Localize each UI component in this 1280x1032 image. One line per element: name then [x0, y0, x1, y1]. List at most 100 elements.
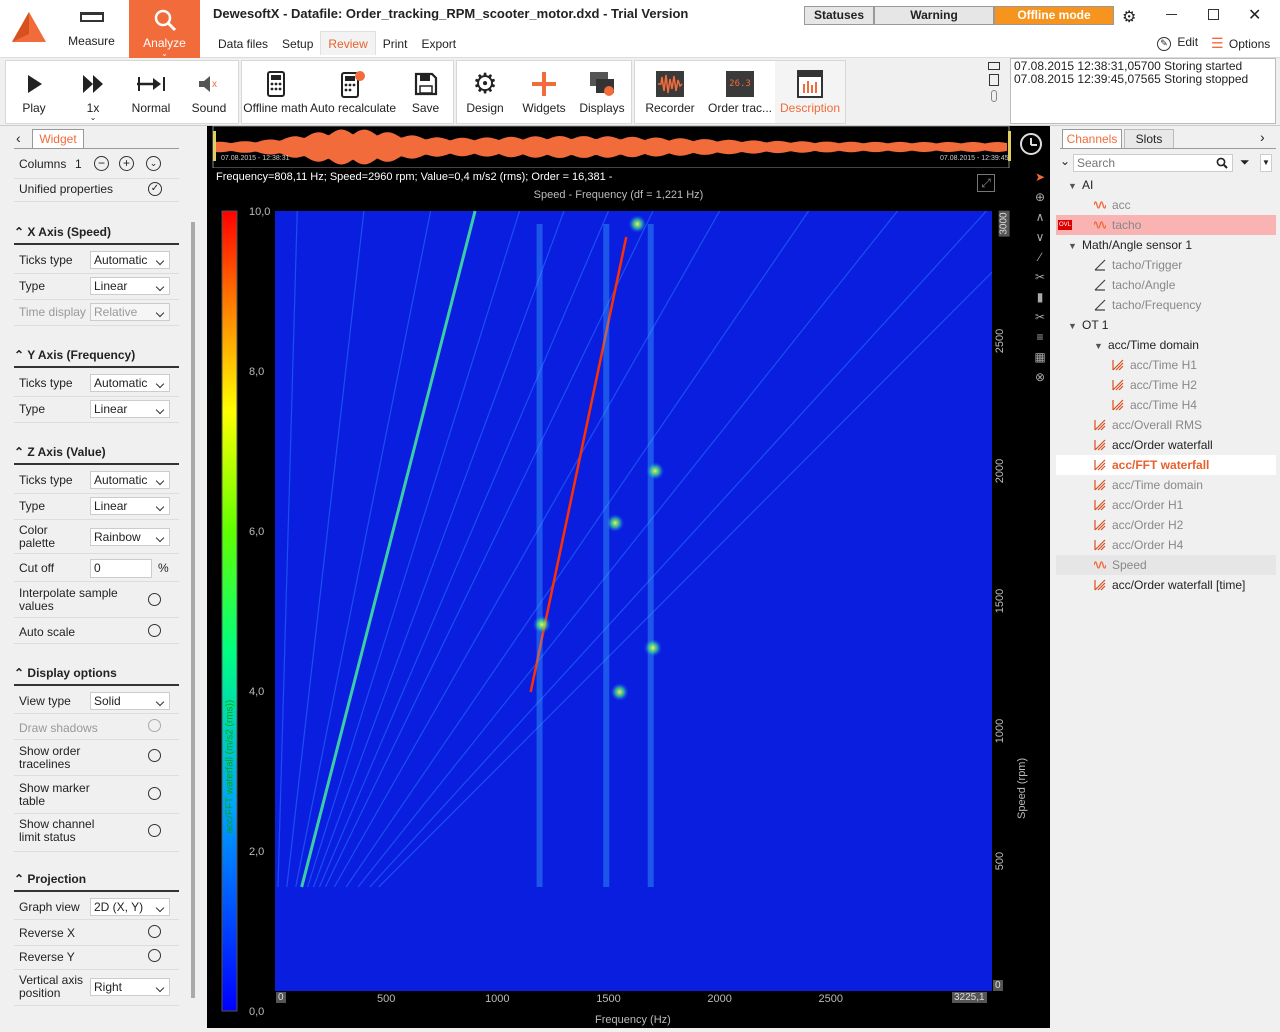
collapse-triangle-icon[interactable]: ▼	[1094, 341, 1103, 351]
measure-button[interactable]: Measure	[64, 0, 119, 58]
color-palette-select[interactable]: Rainbow	[90, 528, 170, 546]
align-icon[interactable]: ≡	[1031, 330, 1049, 350]
channel-item[interactable]: acc/Order waterfall [time]	[1056, 575, 1276, 595]
keyboard-icon[interactable]	[988, 62, 1000, 70]
left-chevron-icon[interactable]: ⌄	[1060, 154, 1070, 168]
reverse-x-toggle[interactable]	[148, 925, 161, 938]
analyze-button[interactable]: Analyze ⌄	[129, 0, 200, 58]
maximize-button[interactable]	[1208, 9, 1219, 20]
offline-math-button[interactable]: Offline math	[242, 61, 309, 123]
y-ticks-select[interactable]: Automatic	[90, 374, 170, 392]
projection-section[interactable]: ⌃ Projection	[14, 872, 179, 892]
channel-item[interactable]: tacho/Angle	[1056, 275, 1276, 295]
show-order-toggle[interactable]	[148, 749, 161, 762]
cut-icon[interactable]: ✂	[1031, 310, 1049, 330]
fft-waterfall-chart[interactable]: 0,02,04,06,08,010,0 500 1000 1500 2000 2500 …	[207, 168, 1030, 1028]
show-marker-toggle[interactable]	[148, 787, 161, 800]
menu-review[interactable]: Review	[320, 31, 376, 55]
channel-item[interactable]: acc/FFT waterfall	[1056, 455, 1276, 475]
channel-item[interactable]: acc/Overall RMS	[1056, 415, 1276, 435]
tab-channels[interactable]: Channels	[1062, 129, 1122, 149]
normal-button[interactable]: Normal	[124, 61, 178, 123]
view-type-select[interactable]: Solid	[90, 692, 170, 710]
tree-group[interactable]: ▼ Math/Angle sensor 1	[1056, 235, 1276, 255]
tab-slots[interactable]: Slots	[1124, 129, 1174, 149]
reverse-y-toggle[interactable]	[148, 949, 161, 962]
y-axis-section[interactable]: ⌃ Y Axis (Frequency)	[14, 348, 179, 368]
x-ticks-select[interactable]: Automatic	[90, 251, 170, 269]
channel-item[interactable]: acc/Time H2	[1056, 375, 1276, 395]
channel-item[interactable]: tacho/Frequency	[1056, 295, 1276, 315]
order-tracking-button[interactable]: 26.3 Order trac...	[705, 61, 775, 123]
show-limit-toggle[interactable]	[148, 824, 161, 837]
description-button[interactable]: Description	[775, 61, 845, 123]
clock-icon[interactable]	[1020, 133, 1042, 155]
valley-icon[interactable]: ∨	[1031, 230, 1049, 250]
recorder-button[interactable]: Recorder	[639, 61, 701, 123]
channel-item[interactable]: acc/Time domain	[1056, 475, 1276, 495]
dewesoft-logo[interactable]	[0, 0, 58, 58]
left-panel-scrollbar[interactable]	[191, 222, 195, 998]
x-type-select[interactable]: Linear	[90, 277, 170, 295]
overview-left-handle[interactable]	[213, 131, 216, 161]
tree-group[interactable]: ▼ AI	[1056, 175, 1276, 195]
vertical-axis-select[interactable]: Right	[90, 978, 170, 996]
search-dropdown-arrow[interactable]: ▼	[1260, 154, 1272, 172]
search-input[interactable]	[1074, 155, 1209, 171]
save-button[interactable]: Save	[398, 61, 453, 123]
peak-icon[interactable]: ∧	[1031, 210, 1049, 230]
crosshair-icon[interactable]: ⊕	[1031, 190, 1049, 210]
menu-print[interactable]: Print	[376, 32, 415, 56]
grid-icon[interactable]: ▦	[1031, 350, 1049, 370]
channel-item[interactable]: acc/Time H4	[1056, 395, 1276, 415]
channel-item[interactable]: acc	[1056, 195, 1276, 215]
bars-icon[interactable]: ▮	[1031, 290, 1049, 310]
menu-export[interactable]: Export	[414, 32, 463, 56]
tree-group[interactable]: ▼ OT 1	[1056, 315, 1276, 335]
edit-button[interactable]: ✎ Edit	[1157, 35, 1198, 51]
channel-item[interactable]: OVL tacho	[1056, 215, 1276, 235]
unified-properties-checkbox[interactable]: ✓	[148, 182, 162, 196]
design-button[interactable]: ⚙ Design	[457, 61, 513, 123]
minus-circle-icon[interactable]: −	[94, 156, 109, 171]
auto-recalculate-button[interactable]: Auto recalculate	[310, 61, 396, 123]
measure-line-icon[interactable]: ∕	[1031, 250, 1049, 270]
statuses-button[interactable]: Statuses	[804, 6, 874, 25]
tab-widget[interactable]: Widget	[32, 129, 84, 149]
scissors-icon[interactable]: ✂	[1031, 270, 1049, 290]
sound-button[interactable]: x Sound	[180, 61, 238, 123]
search-box[interactable]	[1073, 154, 1233, 172]
x-axis-section[interactable]: ⌃ X Axis (Speed)	[14, 225, 179, 245]
tree-group[interactable]: ▼ acc/Time domain	[1056, 335, 1276, 355]
channel-item[interactable]: Speed	[1056, 555, 1276, 575]
z-type-select[interactable]: Linear	[90, 497, 170, 515]
channel-item[interactable]: acc/Order H4	[1056, 535, 1276, 555]
microphone-icon[interactable]	[991, 90, 997, 102]
warning-button[interactable]: Warning	[874, 6, 994, 25]
collapse-triangle-icon[interactable]: ▼	[1068, 181, 1077, 191]
channel-item[interactable]: acc/Order H1	[1056, 495, 1276, 515]
speed-button[interactable]: 1x ⌄	[64, 61, 122, 123]
displays-button[interactable]: Displays	[573, 61, 631, 123]
options-button[interactable]: ☰ Options	[1211, 35, 1270, 52]
plus-circle-icon[interactable]: +	[119, 156, 134, 171]
channel-item[interactable]: tacho/Trigger	[1056, 255, 1276, 275]
auto-scale-toggle[interactable]	[148, 624, 161, 637]
display-options-section[interactable]: ⌃ Display options	[14, 666, 179, 686]
chevron-down-circle-icon[interactable]: ⌄	[146, 156, 161, 171]
channel-item[interactable]: acc/Order H2	[1056, 515, 1276, 535]
graph-view-select[interactable]: 2D (X, Y)	[90, 898, 170, 916]
filter-icon[interactable]: ⏷	[1240, 155, 1250, 170]
clear-icon[interactable]: ⊗	[1031, 370, 1049, 390]
gear-icon[interactable]: ⚙	[1122, 7, 1136, 27]
collapse-left-icon[interactable]: ‹	[16, 130, 21, 146]
z-ticks-select[interactable]: Automatic	[90, 471, 170, 489]
widgets-button[interactable]: Widgets	[515, 61, 573, 123]
close-icon[interactable]: ✕	[1248, 5, 1261, 25]
notes-icon[interactable]	[989, 74, 999, 86]
menu-setup[interactable]: Setup	[275, 32, 320, 56]
channel-item[interactable]: acc/Order waterfall	[1056, 435, 1276, 455]
play-button[interactable]: Play	[6, 61, 62, 123]
collapse-triangle-icon[interactable]: ▼	[1068, 241, 1077, 251]
offline-mode-button[interactable]: Offline mode	[994, 6, 1114, 25]
